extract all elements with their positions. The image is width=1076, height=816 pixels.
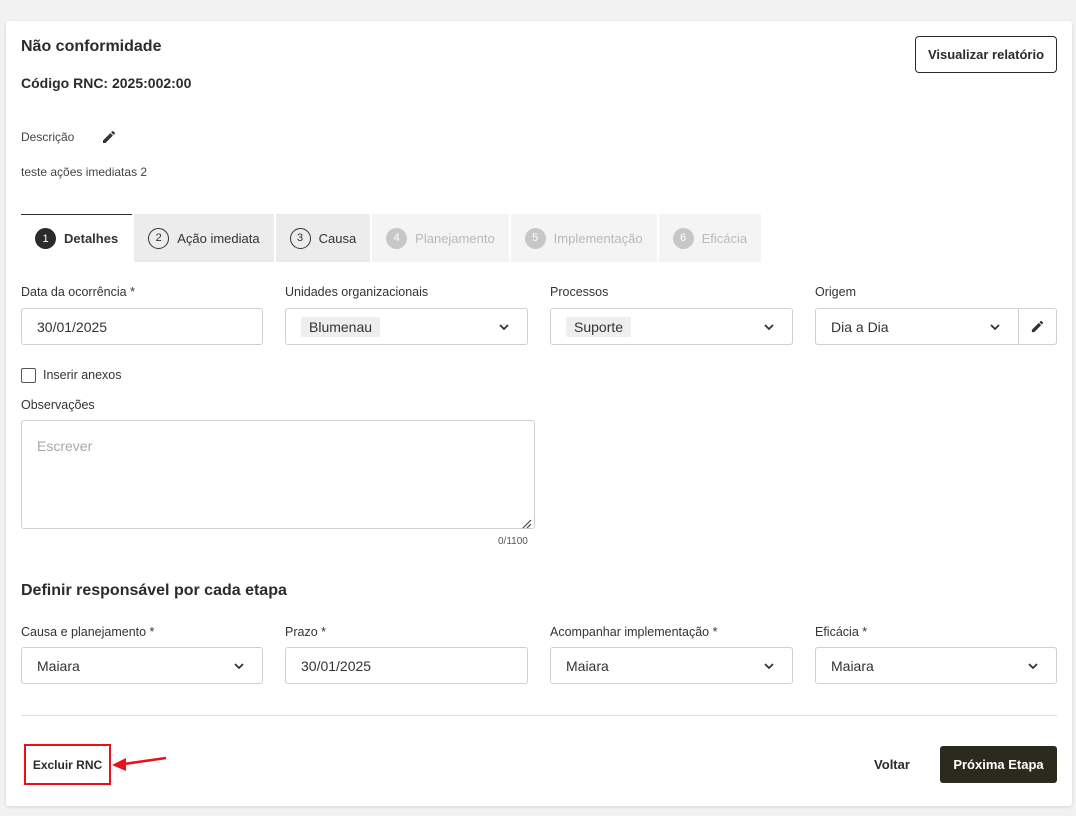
implementation-label: Acompanhar implementação *: [550, 625, 718, 639]
tab-label: Causa: [318, 230, 357, 246]
footer-divider: [21, 715, 1057, 716]
cause-responsible-value: Maiara: [37, 657, 80, 674]
efficacy-responsible-select[interactable]: Maiara: [815, 647, 1057, 684]
resize-handle-icon[interactable]: [522, 516, 532, 529]
arrow-annotation-icon: [112, 756, 167, 771]
responsibles-title: Definir responsável por cada etapa: [21, 582, 287, 599]
chevron-down-icon: [1027, 660, 1039, 672]
cause-label: Causa e planejamento *: [21, 625, 155, 639]
implementation-responsible-select[interactable]: Maiara: [550, 647, 793, 684]
tab-label: Ação imediata: [177, 230, 260, 246]
attachments-checkbox[interactable]: [21, 368, 36, 383]
efficacy-responsible-value: Maiara: [831, 657, 874, 674]
tab-label: Planejamento: [415, 230, 495, 246]
description-text: teste ações imediatas 2: [21, 165, 148, 179]
pencil-icon[interactable]: [101, 129, 117, 145]
units-select[interactable]: Blumenau: [285, 308, 528, 345]
observations-placeholder: Escrever: [37, 438, 93, 454]
deadline-input[interactable]: 30/01/2025: [285, 647, 528, 684]
tab-label: Eficácia: [701, 230, 748, 246]
date-value: 30/01/2025: [37, 318, 108, 335]
cause-responsible-select[interactable]: Maiara: [21, 647, 263, 684]
units-label: Unidades organizacionais: [285, 285, 429, 299]
step-tabs: 1 Detalhes 2 Ação imediata 3 Causa 4 Planeja…: [21, 214, 763, 262]
chevron-down-icon: [763, 321, 775, 333]
tab-planning: 4 Planejamento: [372, 214, 509, 262]
observations-textarea[interactable]: Escrever: [21, 420, 535, 529]
deadline-value: 30/01/2025: [301, 657, 372, 674]
tab-label: Detalhes: [64, 231, 119, 246]
tab-label: Implementação: [553, 230, 643, 246]
pencil-icon: [1030, 319, 1045, 334]
origin-edit-button[interactable]: [1018, 309, 1056, 344]
origin-value: Dia a Dia: [831, 318, 889, 335]
processes-select[interactable]: Suporte: [550, 308, 793, 345]
attachments-label: Inserir anexos: [43, 368, 122, 382]
processes-chip: Suporte: [566, 316, 632, 337]
date-input[interactable]: 30/01/2025: [21, 308, 263, 345]
delete-rnc-button[interactable]: Excluir RNC: [24, 744, 111, 785]
date-label: Data da ocorrência *: [21, 285, 135, 299]
tab-immediate-action[interactable]: 2 Ação imediata: [134, 214, 274, 262]
processes-label: Processos: [550, 285, 609, 299]
step-number: 6: [672, 227, 694, 249]
chevron-down-icon: [989, 321, 1001, 333]
next-step-button[interactable]: Próxima Etapa: [940, 746, 1057, 783]
origin-label: Origem: [815, 285, 856, 299]
tab-details[interactable]: 1 Detalhes: [21, 214, 133, 262]
chevron-down-icon: [498, 321, 510, 333]
origin-select[interactable]: Dia a Dia: [815, 308, 1057, 345]
tab-implementation: 5 Implementação: [510, 214, 657, 262]
chevron-down-icon: [233, 660, 245, 672]
tab-efficacy: 6 Eficácia: [658, 214, 762, 262]
step-number: 2: [148, 227, 170, 249]
deadline-label: Prazo *: [285, 625, 326, 639]
implementation-responsible-value: Maiara: [566, 657, 609, 674]
units-chip: Blumenau: [301, 316, 381, 337]
step-number: 3: [289, 227, 311, 249]
step-number: 4: [386, 227, 408, 249]
chevron-down-icon: [763, 660, 775, 672]
observations-label: Observações: [21, 398, 95, 412]
page-title: Não conformidade: [21, 38, 162, 55]
efficacy-label: Eficácia *: [815, 625, 868, 639]
tab-cause[interactable]: 3 Causa: [275, 214, 371, 262]
character-counter: 0/1100: [498, 536, 528, 547]
description-label: Descrição: [21, 130, 75, 144]
step-number: 5: [524, 227, 546, 249]
step-number: 1: [35, 228, 56, 249]
view-report-button[interactable]: Visualizar relatório: [915, 36, 1057, 73]
rnc-code: Código RNC: 2025:002:00: [21, 75, 192, 91]
back-button[interactable]: Voltar: [862, 746, 922, 782]
main-card: [6, 21, 1072, 806]
